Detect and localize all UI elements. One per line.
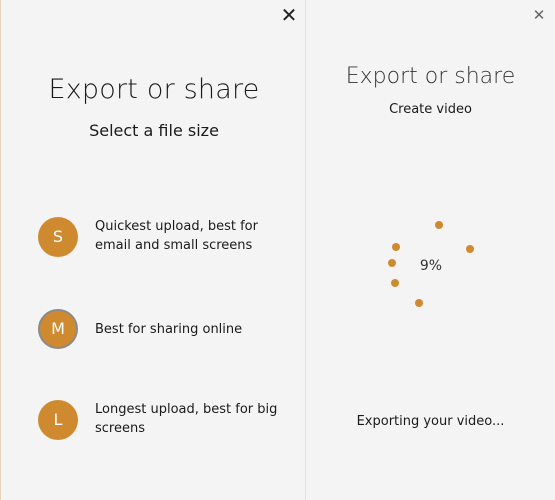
close-icon[interactable]: ✕ — [279, 5, 299, 25]
panel-title: Export or share — [48, 74, 260, 105]
export-status: Exporting your video... — [356, 414, 505, 429]
panel-subtitle: Create video — [389, 102, 472, 117]
size-option-small[interactable]: S Quickest upload, best for email and sm… — [36, 217, 296, 261]
file-size-panel: ✕ Export or share Select a file size S Q… — [0, 0, 306, 500]
panel-title: Export or share — [345, 64, 516, 89]
spinner-dot — [466, 245, 474, 253]
progress-percent: 9% — [419, 258, 443, 274]
spinner-dot — [435, 221, 443, 229]
export-progress-panel: ✕ Export or share Create video 9% Export… — [306, 0, 555, 500]
spinner-dot — [391, 279, 399, 287]
size-badge-small: S — [38, 217, 78, 257]
size-description-small: Quickest upload, best for email and smal… — [95, 219, 258, 253]
spinner-dot — [392, 243, 400, 251]
size-option-large[interactable]: L Longest upload, best for big screens — [36, 400, 296, 444]
app-window: ✕ Export or share Select a file size S Q… — [0, 0, 555, 500]
size-option-medium[interactable]: M Best for sharing online — [36, 309, 296, 353]
size-badge-medium: M — [38, 309, 78, 349]
panel-subtitle: Select a file size — [89, 121, 219, 140]
close-icon[interactable]: ✕ — [531, 8, 547, 24]
size-badge-large: L — [38, 400, 78, 440]
spinner-dot — [415, 299, 423, 307]
size-description-large: Longest upload, best for big screens — [95, 402, 278, 436]
size-description-medium: Best for sharing online — [95, 322, 243, 337]
